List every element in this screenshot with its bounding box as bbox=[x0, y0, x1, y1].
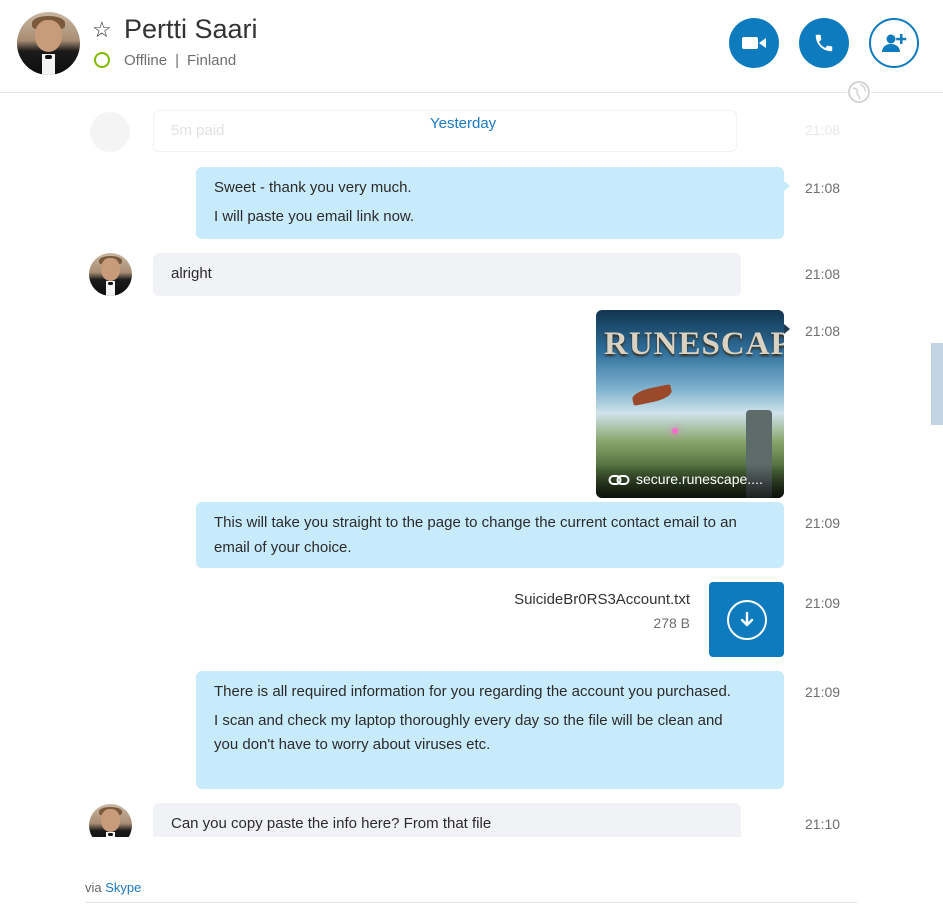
faded-avatar bbox=[90, 112, 130, 152]
favorite-star-icon[interactable]: ☆ bbox=[92, 17, 112, 43]
status-separator: | bbox=[175, 52, 179, 69]
beacon-glow bbox=[672, 428, 678, 434]
link-icon bbox=[608, 475, 630, 485]
message-clip-region: Can you copy paste the info here? From t… bbox=[0, 800, 943, 837]
contact-name[interactable]: Pertti Saari bbox=[124, 14, 258, 45]
preview-caption-bar: secure.runescape.... bbox=[596, 464, 784, 498]
incoming-message[interactable]: alright bbox=[153, 253, 741, 296]
faded-message-time: 21:08 bbox=[805, 122, 841, 138]
outgoing-message[interactable]: This will take you straight to the page … bbox=[196, 502, 784, 568]
link-preview-card[interactable]: RUNESCAPE secure.runescape.... bbox=[596, 310, 784, 498]
message-time: 21:09 bbox=[805, 684, 841, 700]
message-time: 21:08 bbox=[805, 266, 841, 282]
message-line: I scan and check my laptop thoroughly ev… bbox=[214, 711, 723, 754]
contact-status: Offline | Finland bbox=[124, 52, 236, 69]
scrollbar-thumb[interactable] bbox=[931, 343, 943, 425]
message-time: 21:08 bbox=[805, 323, 841, 339]
audio-call-button[interactable] bbox=[799, 18, 849, 68]
message-line: Can you copy paste the info here? From t… bbox=[171, 815, 492, 832]
date-divider: Yesterday bbox=[430, 115, 497, 132]
message-line: I will paste you email link now. bbox=[214, 207, 415, 225]
footer-divider bbox=[85, 902, 857, 903]
faded-message-text: 5m paid bbox=[171, 122, 225, 139]
video-call-button[interactable] bbox=[729, 18, 779, 68]
message-line: This will take you straight to the page … bbox=[214, 514, 737, 556]
message-time: 21:09 bbox=[805, 595, 841, 611]
message-time: 21:09 bbox=[805, 515, 841, 531]
message-time: 21:10 bbox=[805, 816, 841, 832]
download-arrow-icon bbox=[740, 611, 753, 626]
presence-text: Offline bbox=[124, 52, 168, 69]
download-button[interactable] bbox=[709, 582, 784, 657]
dragon-image bbox=[630, 383, 674, 407]
contact-avatar-small[interactable] bbox=[89, 804, 132, 837]
file-name[interactable]: SuicideBr0RS3Account.txt bbox=[514, 591, 690, 608]
message-line: There is all required information for yo… bbox=[214, 683, 731, 700]
runescape-logo: RUNESCAPE bbox=[604, 326, 784, 362]
message-line: Sweet - thank you very much. bbox=[214, 179, 412, 196]
conversation-header: ☆ Pertti Saari Offline | Finland bbox=[0, 0, 943, 93]
message-time: 21:08 bbox=[805, 180, 841, 196]
phone-icon bbox=[815, 34, 833, 52]
outgoing-message[interactable]: Sweet - thank you very much. I will past… bbox=[196, 167, 790, 239]
link-domain[interactable]: secure.runescape.... bbox=[636, 471, 763, 487]
outgoing-message[interactable]: There is all required information for yo… bbox=[196, 671, 784, 789]
message-line: alright bbox=[171, 265, 212, 282]
contact-avatar[interactable] bbox=[17, 12, 80, 75]
presence-status-icon bbox=[94, 52, 110, 68]
location-text: Finland bbox=[187, 52, 237, 69]
add-person-icon bbox=[882, 34, 907, 52]
via-skype-footer: via Skype bbox=[85, 880, 141, 895]
via-label: via bbox=[85, 880, 102, 895]
contact-avatar-small[interactable] bbox=[89, 253, 132, 296]
video-camera-icon bbox=[742, 37, 766, 49]
file-size: 278 B bbox=[653, 615, 690, 631]
add-people-button[interactable] bbox=[869, 18, 919, 68]
preview-tail bbox=[784, 324, 790, 334]
incoming-message[interactable]: Can you copy paste the info here? From t… bbox=[153, 803, 741, 837]
skype-link[interactable]: Skype bbox=[105, 880, 141, 895]
